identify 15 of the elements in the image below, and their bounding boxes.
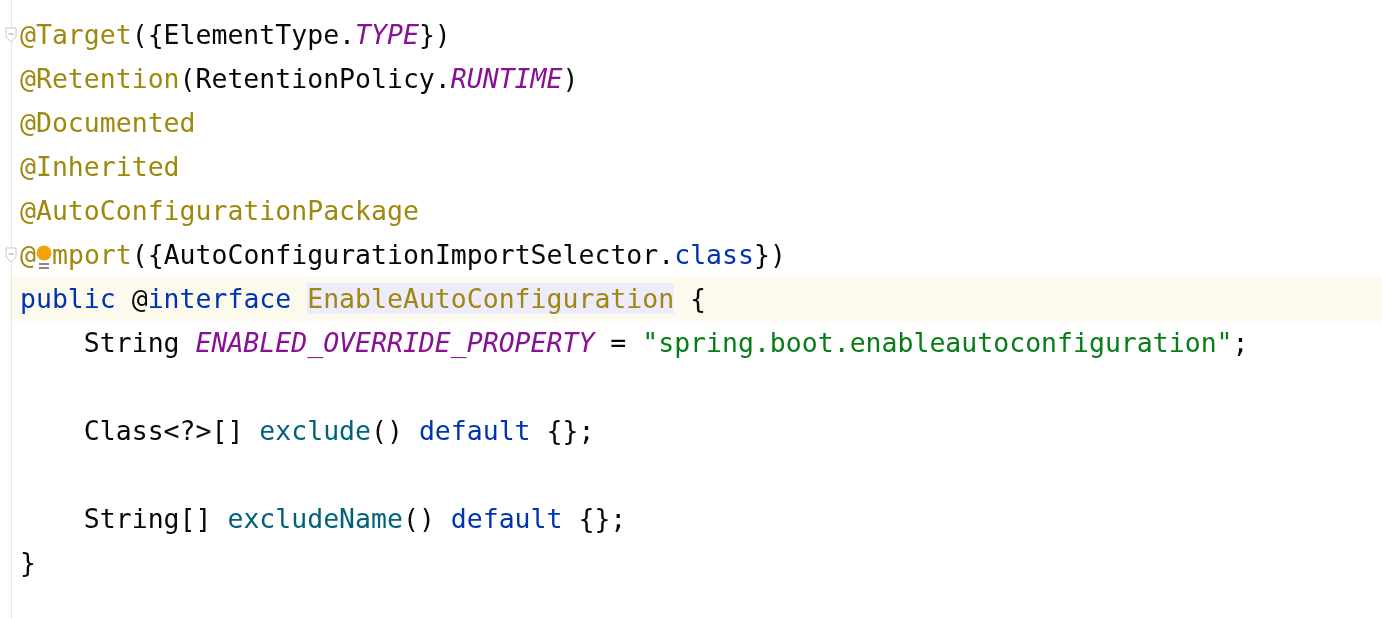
code-line: @Target({ElementType.TYPE}) <box>20 18 451 52</box>
fold-marker-icon[interactable] <box>5 247 17 263</box>
code-line: String[] excludeName() default {}; <box>82 502 627 536</box>
code-line: public @interface EnableAutoConfiguration { <box>20 282 707 316</box>
code-line: @ <box>20 238 36 272</box>
fold-marker-icon[interactable] <box>5 27 17 43</box>
code-line: mport({AutoConfigurationImportSelector.class}) <box>51 238 786 272</box>
code-line: @Inherited <box>20 150 180 184</box>
code-line: Class<?>[] exclude() default {}; <box>82 414 595 448</box>
code-line: } <box>20 546 36 580</box>
code-line: @Documented <box>20 106 196 140</box>
code-line: String ENABLED_OVERRIDE_PROPERTY = "spring.boot.enableautoconfiguration"; <box>82 326 1249 360</box>
lightbulb-icon[interactable] <box>35 245 52 271</box>
code-line: @AutoConfigurationPackage <box>20 194 419 228</box>
code-line: @Retention(RetentionPolicy.RUNTIME) <box>20 62 579 96</box>
